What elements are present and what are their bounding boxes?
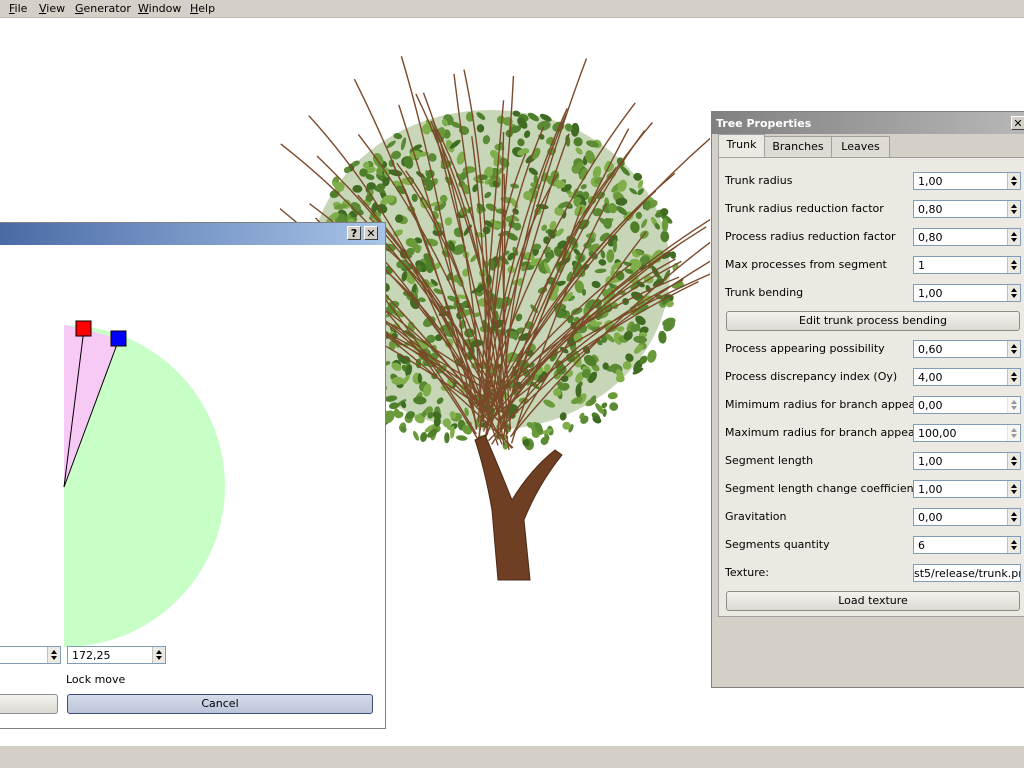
close-button[interactable]: ✕ [364,226,378,240]
ok-button[interactable] [0,694,58,714]
property-label: Gravitation [725,510,787,523]
cancel-button[interactable]: Cancel [67,694,373,714]
property-spinbox[interactable]: 1,00 [913,284,1021,302]
red-handle[interactable] [75,320,92,337]
property-label: Mimimum radius for branch appearing [725,398,937,411]
property-spinbox[interactable]: 0,00 [913,396,1021,414]
tree-trunk [474,434,563,581]
right-angle-spinbox[interactable]: 172,25 [67,646,166,664]
property-spinbox[interactable]: 4,00 [913,368,1021,386]
menu-window[interactable]: Window [138,2,181,15]
property-spinbox[interactable]: 0,80 [913,228,1021,246]
spin-arrows[interactable] [152,647,165,663]
property-label: Trunk bending [725,286,804,299]
menu-bar: File View Generator Window Help [0,0,1024,18]
spin-arrows[interactable] [1007,285,1020,301]
property-label: Maximum radius for branch appearing [725,426,937,439]
spin-arrows[interactable] [47,647,60,663]
panel-titlebar[interactable]: Tree Properties ✕ [712,112,1024,134]
panel-title: Tree Properties [716,117,812,130]
tab-leaves[interactable]: Leaves [831,136,890,158]
load-texture-button[interactable]: Load texture [726,591,1020,611]
spin-arrows[interactable] [1007,201,1020,217]
menu-view[interactable]: View [39,2,65,15]
spin-arrows[interactable] [1007,425,1020,441]
left-angle-spinbox[interactable] [0,646,61,664]
spin-arrows[interactable] [1007,173,1020,189]
property-label: Process discrepancy index (Oy) [725,370,898,383]
texture-label: Texture: [725,566,769,579]
property-spinbox[interactable]: 1,00 [913,172,1021,190]
property-label: Segments quantity [725,538,830,551]
property-spinbox[interactable]: 6 [913,536,1021,554]
help-button[interactable]: ? [347,226,361,240]
property-spinbox[interactable]: 0,80 [913,200,1021,218]
property-spinbox[interactable]: 0,60 [913,340,1021,358]
tree-properties-panel: Tree Properties ✕ Trunk Branches Leaves … [711,111,1024,688]
property-spinbox[interactable]: 1,00 [913,480,1021,498]
spin-arrows[interactable] [1007,229,1020,245]
lock-move-label[interactable]: Lock move [66,673,125,686]
spin-arrows[interactable] [1007,481,1020,497]
spin-arrows[interactable] [1007,397,1020,413]
panel-close-button[interactable]: ✕ [1011,116,1024,130]
bending-editor[interactable] [0,245,385,655]
property-label: Segment length [725,454,814,467]
property-label: Trunk radius [725,174,793,187]
property-label: Segment length change coefficient [725,482,918,495]
status-bar [0,746,1024,768]
tab-trunk[interactable]: Trunk [718,134,765,158]
bending-dialog: ? ✕ 172,25 Lock move Cancel [0,222,386,729]
trunk-tab-page: Trunk radius 1,00 Trunk radius reduction f… [718,157,1024,617]
property-spinbox[interactable]: 100,00 [913,424,1021,442]
spin-arrows[interactable] [1007,341,1020,357]
edit-trunk-bending-button[interactable]: Edit trunk process bending [726,311,1020,331]
spin-arrows[interactable] [1007,537,1020,553]
menu-generator[interactable]: Generator [75,2,131,15]
tab-branches[interactable]: Branches [764,136,832,158]
property-spinbox[interactable]: 0,00 [913,508,1021,526]
property-label: Process appearing possibility [725,342,885,355]
spin-arrows[interactable] [1007,369,1020,385]
spin-arrows[interactable] [1007,453,1020,469]
menu-help[interactable]: Help [190,2,215,15]
spin-arrows[interactable] [1007,509,1020,525]
dialog-titlebar[interactable]: ? ✕ [0,223,385,245]
property-label: Max processes from segment [725,258,887,271]
property-label: Process radius reduction factor [725,230,896,243]
menu-file[interactable]: File [9,2,27,15]
property-spinbox[interactable]: 1 [913,256,1021,274]
texture-path-field[interactable]: st5/release/trunk.png [913,564,1021,582]
property-spinbox[interactable]: 1,00 [913,452,1021,470]
blue-handle[interactable] [110,330,127,347]
spin-arrows[interactable] [1007,257,1020,273]
property-label: Trunk radius reduction factor [725,202,884,215]
